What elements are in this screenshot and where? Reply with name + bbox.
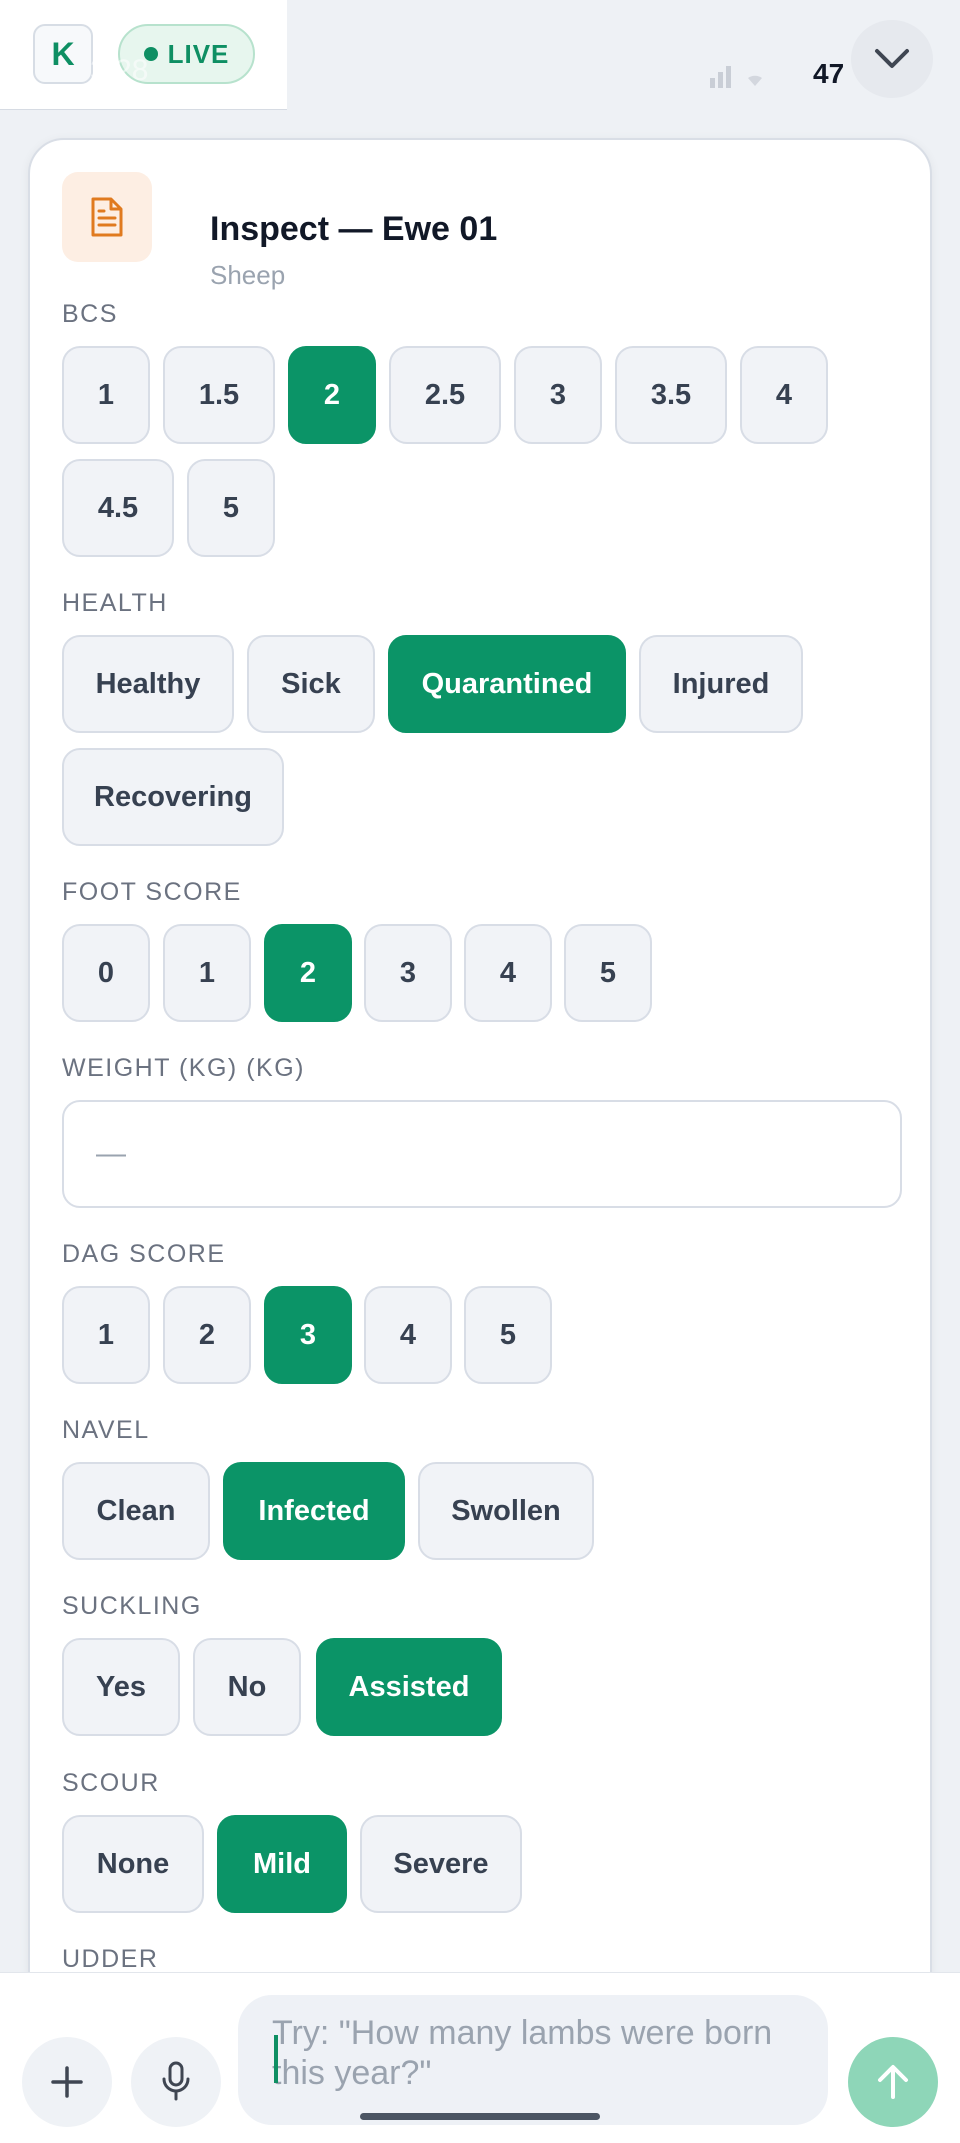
document-icon-tile bbox=[62, 172, 152, 262]
top-left-panel: K LIVE 3:28 bbox=[0, 0, 287, 110]
navel-option-swollen[interactable]: Swollen bbox=[418, 1462, 594, 1560]
navel-option-clean[interactable]: Clean bbox=[62, 1462, 210, 1560]
foot-score-option-4[interactable]: 4 bbox=[464, 924, 552, 1022]
inspection-card: Inspect — Ewe 01 Sheep BCS 1 1.5 2 2.5 3… bbox=[28, 138, 932, 2142]
foot-score-option-5[interactable]: 5 bbox=[564, 924, 652, 1022]
scour-option-none[interactable]: None bbox=[62, 1815, 204, 1913]
status-time: 3:28 bbox=[90, 54, 149, 87]
bcs-option-2-5[interactable]: 2.5 bbox=[389, 346, 501, 444]
arrow-up-icon bbox=[878, 2065, 908, 2099]
chat-composer: Try: "How many lambs were born this year… bbox=[0, 1972, 960, 2143]
bcs-option-3-5[interactable]: 3.5 bbox=[615, 346, 727, 444]
foot-score-label: FOOT SCORE bbox=[62, 878, 242, 906]
dag-score-label: DAG SCORE bbox=[62, 1240, 226, 1268]
weight-input[interactable] bbox=[62, 1100, 902, 1208]
dag-score-option-1[interactable]: 1 bbox=[62, 1286, 150, 1384]
microphone-icon bbox=[162, 2061, 190, 2101]
foot-score-option-3[interactable]: 3 bbox=[364, 924, 452, 1022]
workspace-avatar[interactable]: K bbox=[33, 24, 93, 84]
health-option-recovering[interactable]: Recovering bbox=[62, 748, 284, 846]
weight-label: WEIGHT (KG) (KG) bbox=[62, 1054, 305, 1082]
suckling-option-assisted[interactable]: Assisted bbox=[316, 1638, 502, 1736]
navel-label: NAVEL bbox=[62, 1416, 150, 1444]
suckling-option-yes[interactable]: Yes bbox=[62, 1638, 180, 1736]
scour-option-mild[interactable]: Mild bbox=[217, 1815, 347, 1913]
send-button[interactable] bbox=[848, 2037, 938, 2127]
voice-button[interactable] bbox=[131, 2037, 221, 2127]
home-indicator bbox=[360, 2113, 600, 2120]
battery-level: 47 bbox=[813, 58, 845, 89]
health-option-healthy[interactable]: Healthy bbox=[62, 635, 234, 733]
foot-score-option-0[interactable]: 0 bbox=[62, 924, 150, 1022]
card-subtitle: Sheep bbox=[210, 260, 286, 290]
bcs-option-1-5[interactable]: 1.5 bbox=[163, 346, 275, 444]
top-bar: K LIVE 3:28 47 bbox=[0, 0, 960, 110]
live-label: LIVE bbox=[167, 38, 230, 69]
scour-option-severe[interactable]: Severe bbox=[360, 1815, 522, 1913]
health-option-quarantined[interactable]: Quarantined bbox=[388, 635, 626, 733]
health-label: HEALTH bbox=[62, 589, 168, 617]
health-option-sick[interactable]: Sick bbox=[247, 635, 375, 733]
bcs-option-3[interactable]: 3 bbox=[514, 346, 602, 444]
text-caret bbox=[274, 2035, 278, 2083]
suckling-label: SUCKLING bbox=[62, 1592, 202, 1620]
bcs-label: BCS bbox=[62, 300, 118, 328]
plus-icon bbox=[51, 2066, 83, 2098]
health-option-injured[interactable]: Injured bbox=[639, 635, 803, 733]
chevron-down-icon bbox=[875, 49, 909, 68]
signal-wifi-icon bbox=[710, 66, 762, 88]
dag-score-option-5[interactable]: 5 bbox=[464, 1286, 552, 1384]
foot-score-option-2[interactable]: 2 bbox=[264, 924, 352, 1022]
file-text-icon bbox=[91, 197, 123, 237]
collapse-button[interactable] bbox=[851, 20, 933, 98]
navel-option-infected[interactable]: Infected bbox=[223, 1462, 405, 1560]
bcs-option-5[interactable]: 5 bbox=[187, 459, 275, 557]
dag-score-option-2[interactable]: 2 bbox=[163, 1286, 251, 1384]
scour-label: SCOUR bbox=[62, 1769, 160, 1797]
bcs-option-4-5[interactable]: 4.5 bbox=[62, 459, 174, 557]
card-title: Inspect — Ewe 01 bbox=[210, 210, 498, 248]
bcs-option-4[interactable]: 4 bbox=[740, 346, 828, 444]
bcs-option-2[interactable]: 2 bbox=[288, 346, 376, 444]
udder-label: UDDER bbox=[62, 1945, 159, 1973]
foot-score-option-1[interactable]: 1 bbox=[163, 924, 251, 1022]
dag-score-option-4[interactable]: 4 bbox=[364, 1286, 452, 1384]
dag-score-option-3[interactable]: 3 bbox=[264, 1286, 352, 1384]
bcs-option-1[interactable]: 1 bbox=[62, 346, 150, 444]
chat-input[interactable]: Try: "How many lambs were born this year… bbox=[238, 1995, 828, 2125]
suckling-option-no[interactable]: No bbox=[193, 1638, 301, 1736]
add-button[interactable] bbox=[22, 2037, 112, 2127]
